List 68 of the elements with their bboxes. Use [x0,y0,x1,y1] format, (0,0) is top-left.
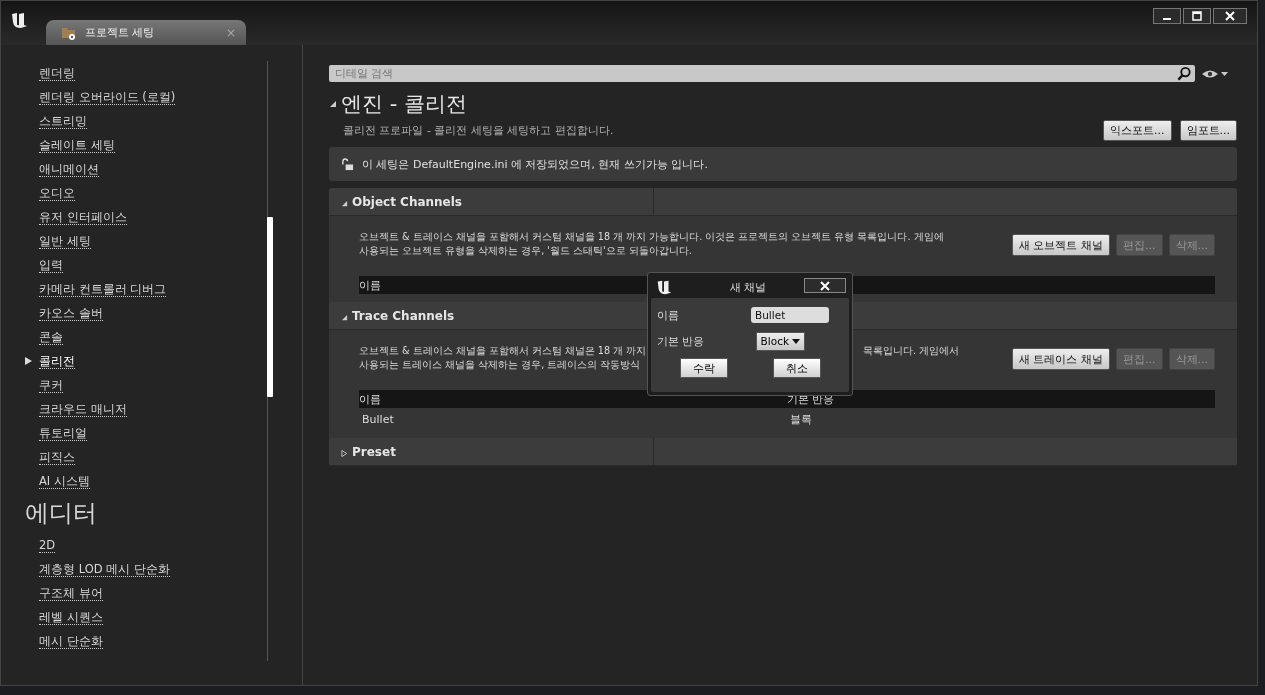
sidebar-item[interactable]: 레벨 시퀀스 [39,609,103,625]
sidebar-item[interactable]: 피직스 [39,449,75,465]
description-text: 오브젝트 & 트레이스 채널을 포함해서 커스텀 채널은 18 개 까지 [359,344,647,358]
dialog-button[interactable]: 취소 [772,358,821,378]
group-title: Object Channels [352,194,462,209]
sidebar-item[interactable]: 스트리밍 [39,113,87,129]
dialog-title: 새 채널 [728,279,768,295]
sidebar-item[interactable]: 계층형 LOD 메시 단순화 [39,561,170,577]
sidebar-item[interactable]: 렌더링 오버라이드 (로컬) [39,89,176,105]
dialog-button[interactable]: 수락 [679,358,728,378]
channel-button[interactable]: 새 트레이스 채널 [1012,348,1110,370]
project-settings-tab[interactable]: 프로젝트 세팅 × [46,20,246,45]
toolbar-button[interactable]: 익스포트... [1103,120,1172,141]
column-header: 이름 [359,391,381,407]
category-heading: 에디터 [25,498,98,529]
sidebar-item[interactable]: 슬레이트 세팅 [39,137,115,153]
sidebar-item[interactable]: 렌더링 [39,65,75,81]
column-header: 이름 [359,277,381,293]
table-cell-text: Bullet [361,412,395,426]
sidebar-item[interactable]: 2D [39,537,56,553]
sidebar-item[interactable]: AI 시스템 [39,473,90,489]
field-label: 이름 [657,307,679,323]
sidebar-item[interactable]: 카오스 솔버 [39,305,103,321]
sidebar-item[interactable]: 튜토리얼 [39,425,87,441]
name-field[interactable]: Bullet [751,307,829,323]
notice-text: 이 세팅은 DefaultEngine.ini 에 저장되었으며, 현재 쓰기가능 입니다. [362,156,708,172]
sidebar-item[interactable]: 유저 인터페이스 [39,209,127,225]
sidebar-item[interactable]: 일반 세팅 [39,233,91,249]
description-text: 오브젝트 & 트레이스 채널을 포함해서 커스텀 채널을 18 개 까지 가능합니다. 이것은 프로젝트의 오브젝트 유형 목록입니다. 게임에 [359,230,944,244]
sidebar-item[interactable]: 콜리전 [39,353,75,369]
sidebar-item[interactable]: 카메라 컨트롤러 디버그 [39,281,167,297]
sidebar-item[interactable]: 콘솔 [39,329,63,345]
group-title: Trace Channels [352,308,455,323]
sidebar-item[interactable]: 입력 [39,257,63,273]
close-button[interactable] [1213,8,1247,24]
search-input[interactable]: 디테일 검색 [329,67,1177,80]
channel-button[interactable]: 새 오브젝트 채널 [1012,234,1110,256]
logo-icon [9,10,29,30]
unlocked-padlock-icon [341,157,354,171]
group-title: Preset [352,444,396,459]
sidebar-item[interactable]: 크라우드 매니저 [39,401,127,417]
sidebar-item[interactable]: 쿠커 [39,377,63,393]
minimize-button[interactable] [1153,8,1181,24]
field-label: 기본 반응 [657,333,705,349]
search-icon [1177,66,1192,81]
sidebar-item[interactable]: 구조체 뷰어 [39,585,103,601]
section-title: 엔진 - 콜리전 [341,91,467,118]
minimize-icon [1163,17,1171,20]
close-icon [820,280,830,291]
table-cell-text: 블록 [789,411,813,427]
toolbar-button[interactable]: 임포트... [1179,120,1237,141]
expand-arrow-icon[interactable] [329,100,337,108]
description-text: 목록입니다. 게임에서 [862,344,959,358]
sidebar-item[interactable]: 메시 단순화 [39,633,103,649]
caret-icon [792,338,800,344]
sidebar-item[interactable]: 오디오 [39,185,75,201]
section-description: 콜리전 프로파일 - 콜리전 세팅을 세팅하고 편집합니다. [343,123,614,138]
scrollbar-thumb[interactable] [267,217,273,397]
maximize-icon [1192,11,1202,21]
maximize-button[interactable] [1183,8,1211,24]
sidebar-item[interactable]: 애니메이션 [39,161,99,177]
response-dropdown[interactable]: Block [755,331,805,351]
description-text: 사용되는 트레이스 채널을 삭제하는 경우, 트레이스의 작동방식 [359,358,641,372]
close-icon [1225,11,1235,21]
description-text: 사용되는 오브젝트 유형을 삭제하는 경우, '월드 스태틱'으로 되돌아갑니다. [359,244,692,258]
close-button[interactable] [804,278,846,293]
search-field[interactable]: 디테일 검색 [329,65,1195,82]
logo-icon [655,278,673,296]
